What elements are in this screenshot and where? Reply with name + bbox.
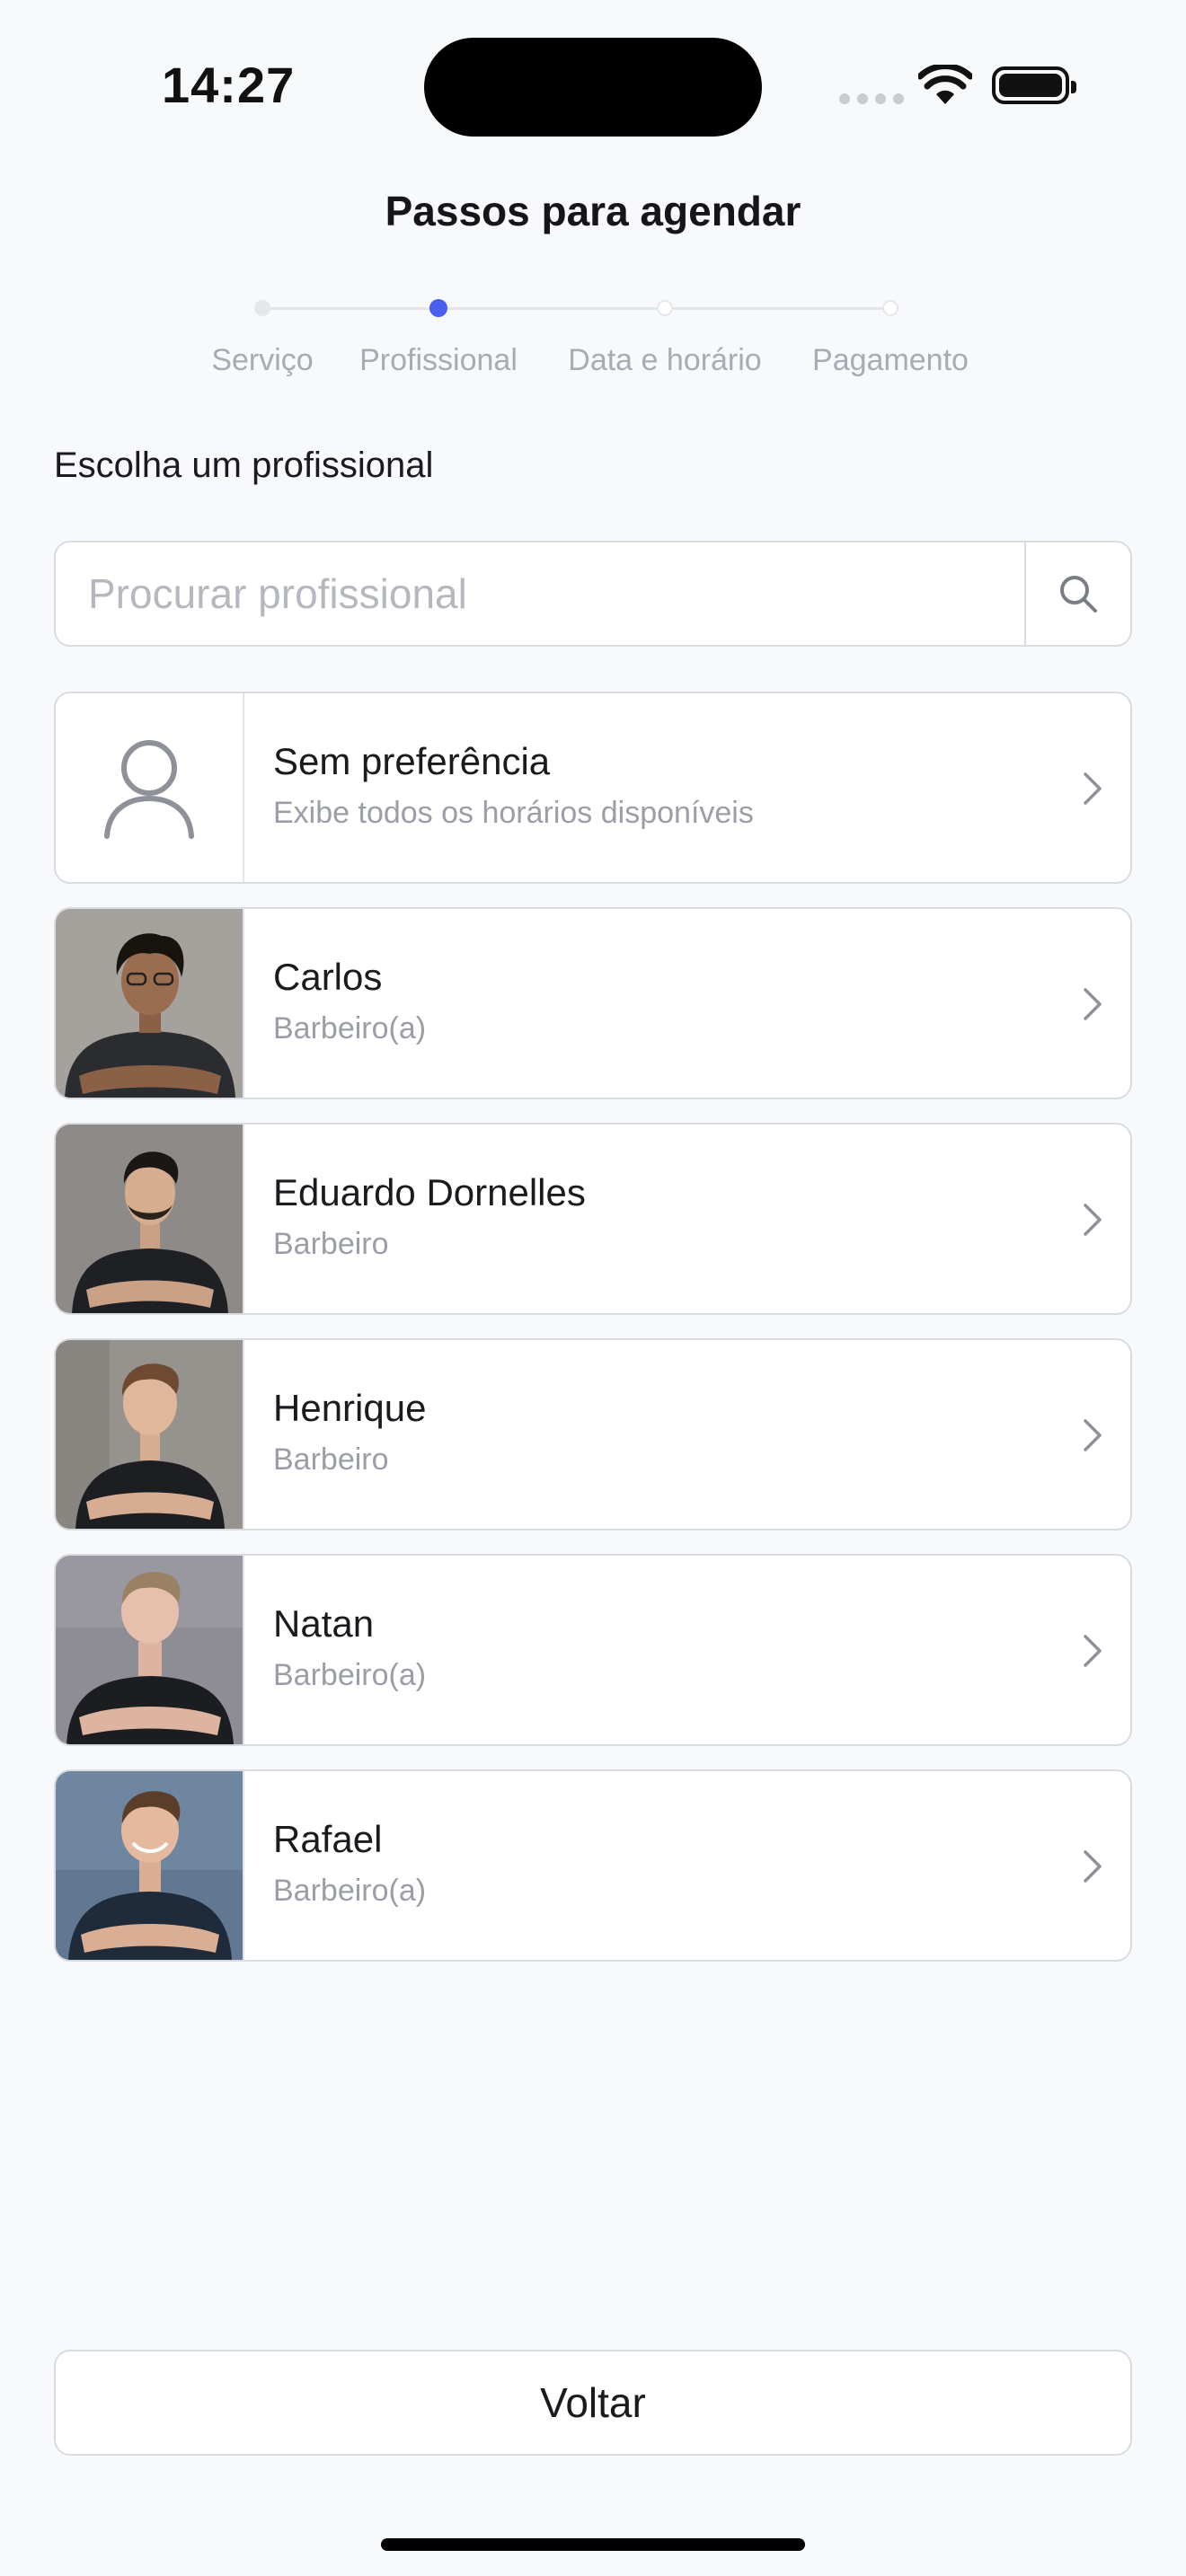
- step-dot-profissional: [429, 299, 447, 317]
- professional-subtitle: Barbeiro: [273, 1442, 389, 1477]
- professional-photo: [56, 1556, 243, 1744]
- avatar: [56, 909, 244, 1098]
- avatar: [56, 1125, 244, 1313]
- avatar: [56, 1340, 244, 1529]
- professional-photo: [56, 909, 243, 1098]
- chevron-right-icon: [1084, 1635, 1102, 1667]
- step-dot-servico: [254, 300, 270, 316]
- status-bar: 14:27: [0, 0, 1186, 171]
- back-button[interactable]: Voltar: [54, 2350, 1132, 2456]
- step-label-profissional[interactable]: Profissional: [359, 343, 518, 378]
- step-label-pagamento: Pagamento: [812, 343, 969, 377]
- search-input[interactable]: [56, 543, 1026, 645]
- professional-photo: [56, 1340, 243, 1529]
- step-dot-data-horario: [657, 300, 673, 316]
- page-title: Passos para agendar: [385, 188, 801, 234]
- professional-subtitle: Barbeiro(a): [273, 1011, 427, 1045]
- cellular-signal-icon: [839, 93, 904, 104]
- step-label-data-horario: Data e horário: [568, 343, 762, 377]
- home-indicator[interactable]: [381, 2538, 805, 2551]
- professional-item-sem-preferencia[interactable]: Sem preferência Exibe todos os horários …: [54, 692, 1132, 884]
- avatar: [56, 1556, 244, 1744]
- battery-icon: [992, 66, 1076, 104]
- professional-name: Carlos: [273, 956, 383, 998]
- chevron-right-icon: [1084, 772, 1102, 805]
- professional-item-eduardo-dornelles[interactable]: Eduardo Dornelles Barbeiro: [54, 1123, 1132, 1315]
- search-icon: [1060, 576, 1097, 613]
- professional-name: Natan: [273, 1602, 375, 1645]
- professional-name: Eduardo Dornelles: [273, 1171, 586, 1213]
- wifi-icon: [918, 65, 972, 104]
- stepper-track: [262, 307, 888, 310]
- chevron-right-icon: [1084, 1419, 1102, 1451]
- professional-item-rafael[interactable]: Rafael Barbeiro(a): [54, 1769, 1132, 1962]
- dynamic-island: [424, 38, 762, 137]
- professional-subtitle: Barbeiro(a): [273, 1658, 427, 1692]
- step-label-servico[interactable]: Serviço: [211, 343, 313, 378]
- search-button[interactable]: [1024, 543, 1130, 645]
- search-box: [54, 541, 1132, 647]
- avatar: [56, 1771, 244, 1960]
- professional-item-henrique[interactable]: Henrique Barbeiro: [54, 1338, 1132, 1531]
- chevron-right-icon: [1084, 1850, 1102, 1883]
- professional-photo: [56, 1125, 243, 1313]
- professional-name: Sem preferência: [273, 740, 551, 782]
- professional-subtitle: Barbeiro(a): [273, 1874, 427, 1908]
- professional-list: Sem preferência Exibe todos os horários …: [54, 692, 1132, 1985]
- status-time: 14:27: [162, 57, 296, 113]
- booking-stepper: Serviço Profissional Data e horário Paga…: [0, 269, 1186, 395]
- user-placeholder-icon: [104, 740, 194, 839]
- section-label: Escolha um profissional: [54, 446, 434, 485]
- chevron-right-icon: [1084, 988, 1102, 1020]
- professional-item-natan[interactable]: Natan Barbeiro(a): [54, 1554, 1132, 1746]
- professional-item-carlos[interactable]: Carlos Barbeiro(a): [54, 907, 1132, 1099]
- professional-name: Rafael: [273, 1818, 383, 1860]
- step-dot-pagamento: [882, 300, 898, 316]
- professional-photo: [56, 1771, 243, 1960]
- professional-subtitle: Barbeiro: [273, 1227, 389, 1261]
- chevron-right-icon: [1084, 1204, 1102, 1236]
- professional-name: Henrique: [273, 1387, 427, 1429]
- professional-subtitle: Exibe todos os horários disponíveis: [273, 796, 754, 830]
- avatar: [56, 693, 244, 882]
